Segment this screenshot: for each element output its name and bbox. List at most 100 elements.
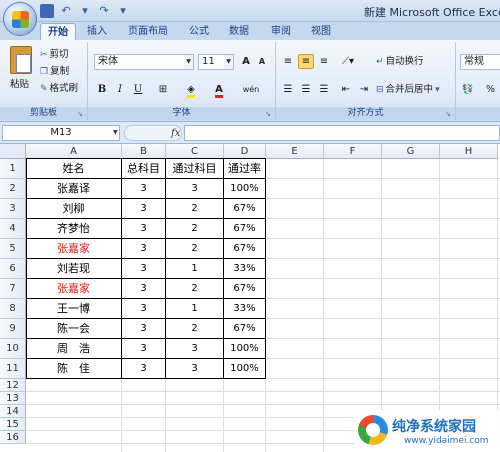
table-cell[interactable]: 3: [166, 179, 223, 199]
chevron-down-icon[interactable]: ▾: [78, 4, 92, 18]
row-header-11[interactable]: 11: [0, 359, 26, 379]
table-cell[interactable]: 齐梦怡: [26, 219, 121, 239]
table-header-cell[interactable]: 通过科目: [166, 159, 223, 179]
wrap-text-button[interactable]: ↵ 自动换行: [376, 55, 424, 69]
align-top-button[interactable]: ≡: [280, 54, 296, 69]
number-format-select[interactable]: 常规: [460, 54, 500, 70]
align-right-button[interactable]: ☰: [316, 82, 332, 97]
decrease-indent-button[interactable]: ⇤: [338, 82, 354, 97]
percent-button[interactable]: %: [486, 83, 495, 97]
row-header-12[interactable]: 12: [0, 379, 26, 392]
row-header-13[interactable]: 13: [0, 392, 26, 405]
chevron-down-icon[interactable]: ▼: [113, 129, 118, 136]
table-cell[interactable]: 陈一会: [26, 319, 121, 339]
bold-button[interactable]: B: [94, 82, 110, 97]
table-cell[interactable]: 67%: [224, 279, 265, 299]
table-cell[interactable]: 33%: [224, 259, 265, 279]
format-painter-button[interactable]: ✎ 格式刷: [40, 82, 78, 96]
undo-icon[interactable]: ↶: [59, 4, 73, 18]
fill-color-button[interactable]: ◈: [180, 82, 202, 98]
align-left-button[interactable]: ☰: [280, 82, 296, 97]
table-cell[interactable]: 1: [166, 299, 223, 319]
column-header-b[interactable]: B: [122, 144, 166, 159]
table-cell[interactable]: 刘若现: [26, 259, 121, 279]
dialog-launcher-icon[interactable]: ↘: [265, 110, 273, 118]
row-header-7[interactable]: 7: [0, 279, 26, 299]
worksheet-grid[interactable]: A B C D E F G H 1 2 3 4 5 6 7 8 9 10 11 12 13 14 15 16 姓名 总科目 通过科目…: [0, 144, 500, 452]
column-header-g[interactable]: G: [382, 144, 440, 159]
table-cell[interactable]: 陈 佳: [26, 359, 121, 379]
table-header-cell[interactable]: 姓名: [26, 159, 121, 179]
table-cell[interactable]: 2: [166, 219, 223, 239]
merge-center-button[interactable]: ⊟ 合并后居中 ▾: [376, 83, 440, 97]
column-header-h[interactable]: H: [440, 144, 498, 159]
row-header-14[interactable]: 14: [0, 405, 26, 418]
column-header-e[interactable]: E: [266, 144, 324, 159]
tab-home[interactable]: 开始: [40, 23, 76, 40]
table-cell[interactable]: 张嘉译: [26, 179, 121, 199]
dialog-launcher-icon[interactable]: ↘: [445, 110, 453, 118]
orientation-button[interactable]: ⟋▾: [336, 54, 360, 69]
table-cell[interactable]: 张嘉家: [26, 239, 121, 259]
row-header-10[interactable]: 10: [0, 339, 26, 359]
paste-icon[interactable]: [10, 46, 32, 74]
align-center-button[interactable]: ☰: [298, 82, 314, 97]
table-cell[interactable]: 100%: [224, 359, 265, 379]
redo-icon[interactable]: ↷: [97, 4, 111, 18]
table-cell[interactable]: 3: [122, 239, 165, 259]
tab-review[interactable]: 审阅: [266, 23, 296, 40]
table-cell[interactable]: 3: [122, 339, 165, 359]
row-header-16[interactable]: 16: [0, 431, 26, 444]
currency-button[interactable]: 💱: [462, 83, 473, 97]
align-middle-button[interactable]: ≡: [298, 54, 314, 69]
row-header-1[interactable]: 1: [0, 159, 26, 179]
phonetic-button[interactable]: wén: [238, 82, 264, 97]
table-cell[interactable]: 100%: [224, 179, 265, 199]
table-cell[interactable]: 67%: [224, 239, 265, 259]
row-header-9[interactable]: 9: [0, 319, 26, 339]
table-cell[interactable]: 2: [166, 319, 223, 339]
column-header-d[interactable]: D: [224, 144, 266, 159]
row-header-15[interactable]: 15: [0, 418, 26, 431]
table-cell[interactable]: 2: [166, 239, 223, 259]
table-cell[interactable]: 2: [166, 279, 223, 299]
row-header-3[interactable]: 3: [0, 199, 26, 219]
column-header-f[interactable]: F: [324, 144, 382, 159]
copy-button[interactable]: ❐ 复制: [40, 65, 69, 79]
formula-input[interactable]: [184, 125, 500, 141]
italic-button[interactable]: I: [112, 82, 128, 97]
tab-data[interactable]: 数据: [224, 23, 254, 40]
tab-formulas[interactable]: 公式: [184, 23, 214, 40]
table-cell[interactable]: 3: [122, 219, 165, 239]
dialog-launcher-icon[interactable]: ↘: [77, 110, 85, 118]
row-header-6[interactable]: 6: [0, 259, 26, 279]
table-cell[interactable]: 67%: [224, 319, 265, 339]
table-cell[interactable]: 3: [122, 179, 165, 199]
select-all-corner[interactable]: [0, 144, 26, 159]
align-bottom-button[interactable]: ≡: [316, 54, 332, 69]
table-cell[interactable]: 3: [166, 359, 223, 379]
table-cell[interactable]: 刘柳: [26, 199, 121, 219]
table-cell[interactable]: 3: [122, 259, 165, 279]
table-cell[interactable]: 王一博: [26, 299, 121, 319]
font-name-select[interactable]: 宋体 ▼: [94, 54, 194, 70]
table-header-cell[interactable]: 总科目: [122, 159, 165, 179]
table-cell[interactable]: 3: [122, 199, 165, 219]
table-cell[interactable]: 3: [166, 339, 223, 359]
customize-quick-access-icon[interactable]: ▾: [116, 4, 130, 18]
insert-function-button[interactable]: fx: [171, 126, 180, 141]
table-cell[interactable]: 67%: [224, 219, 265, 239]
tab-insert[interactable]: 插入: [82, 23, 112, 40]
table-cell[interactable]: 3: [122, 319, 165, 339]
borders-button[interactable]: ⊞: [152, 82, 174, 97]
table-cell[interactable]: 3: [122, 279, 165, 299]
underline-button[interactable]: U: [130, 82, 146, 97]
paste-button[interactable]: 粘贴: [10, 78, 29, 92]
grow-font-button[interactable]: A: [238, 54, 254, 69]
shrink-font-button[interactable]: A: [254, 54, 270, 69]
tab-page-layout[interactable]: 页面布局: [122, 23, 174, 40]
row-header-2[interactable]: 2: [0, 179, 26, 199]
font-color-button[interactable]: A: [208, 82, 230, 98]
increase-indent-button[interactable]: ⇥: [356, 82, 372, 97]
table-header-cell[interactable]: 通过率: [224, 159, 265, 179]
